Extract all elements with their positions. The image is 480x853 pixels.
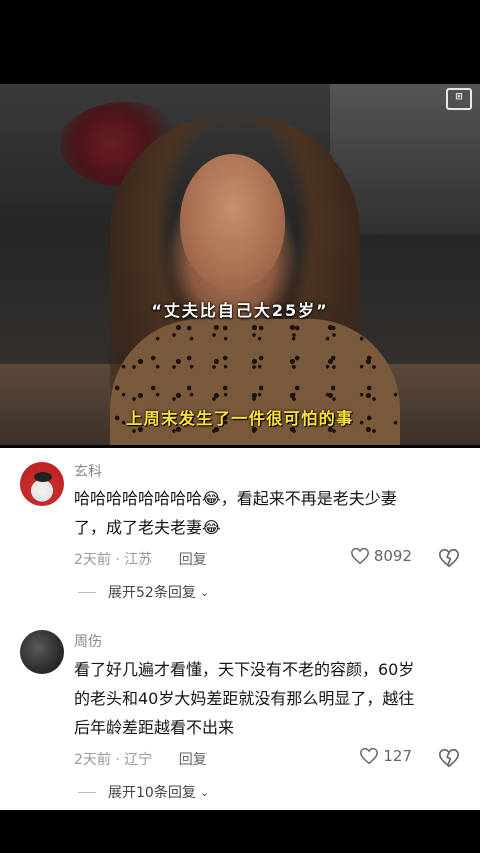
like-count: 8092 [373,547,412,565]
like-count: 127 [383,747,412,765]
video-player[interactable]: ⊞ “丈夫比自己大25岁” 上周末发生了一件很可怕的事 [0,84,480,445]
person-face [180,154,285,289]
expand-replies-button[interactable]: 展开52条回复 ⌄ [78,582,209,602]
comment-time: 2天前 [74,752,111,768]
comment-meta: 2天前 · 江苏 回复 [74,552,207,568]
comment-list: 玄科 哈哈哈哈哈哈哈哈😂，看起来不再是老夫少妻 了，成了老夫老妻😂 2天前 · … [0,448,480,810]
broken-heart-icon[interactable] [438,747,460,769]
comment-location: 辽宁 [124,752,153,768]
comment-username[interactable]: 玄科 [74,461,102,481]
comment-time: 2天前 [74,552,111,568]
expand-replies-label: 展开10条回复 [108,785,196,801]
video-caption-top: “丈夫比自己大25岁” [151,301,329,320]
comment-location: 江苏 [124,552,153,568]
heart-outline-icon [360,747,379,765]
divider-line [78,591,96,593]
chevron-down-icon: ⌄ [199,585,210,599]
avatar[interactable] [20,630,64,674]
expand-replies-label: 展开52条回复 [108,585,196,601]
comment-text-line: 后年龄差距越看不出来 [74,718,235,737]
comment-text: 哈哈哈哈哈哈哈哈😂，看起来不再是老夫少妻 了，成了老夫老妻😂 [74,484,454,542]
reply-button[interactable]: 回复 [179,552,207,568]
comment-text-line: 了，成了老夫老妻😂 [74,518,221,537]
heart-outline-icon [350,547,369,565]
broken-heart-icon[interactable] [438,547,460,569]
comment-meta: 2天前 · 辽宁 回复 [74,752,207,768]
comment-text-line: 哈哈哈哈哈哈哈哈😂，看起来不再是老夫少妻 [74,489,397,508]
chevron-down-icon: ⌄ [199,785,210,799]
video-subtitle: 上周末发生了一件很可怕的事 [126,409,354,428]
divider-line [78,791,96,793]
comment-text: 看了好几遍才看懂，天下没有不老的容颜，60岁 的老头和40岁大妈差距就没有那么明… [74,655,454,742]
comment-text-line: 的老头和40岁大妈差距就没有那么明显了，越往 [74,689,415,708]
fullscreen-icon[interactable]: ⊞ [446,88,472,110]
like-button[interactable]: 127 [359,747,412,765]
reply-button[interactable]: 回复 [179,752,207,768]
comment-text-line: 看了好几遍才看懂，天下没有不老的容颜，60岁 [74,660,415,679]
like-button[interactable]: 8092 [350,547,412,565]
avatar[interactable] [20,462,64,506]
comment-username[interactable]: 周伤 [74,631,102,651]
expand-replies-button[interactable]: 展开10条回复 ⌄ [78,782,209,802]
